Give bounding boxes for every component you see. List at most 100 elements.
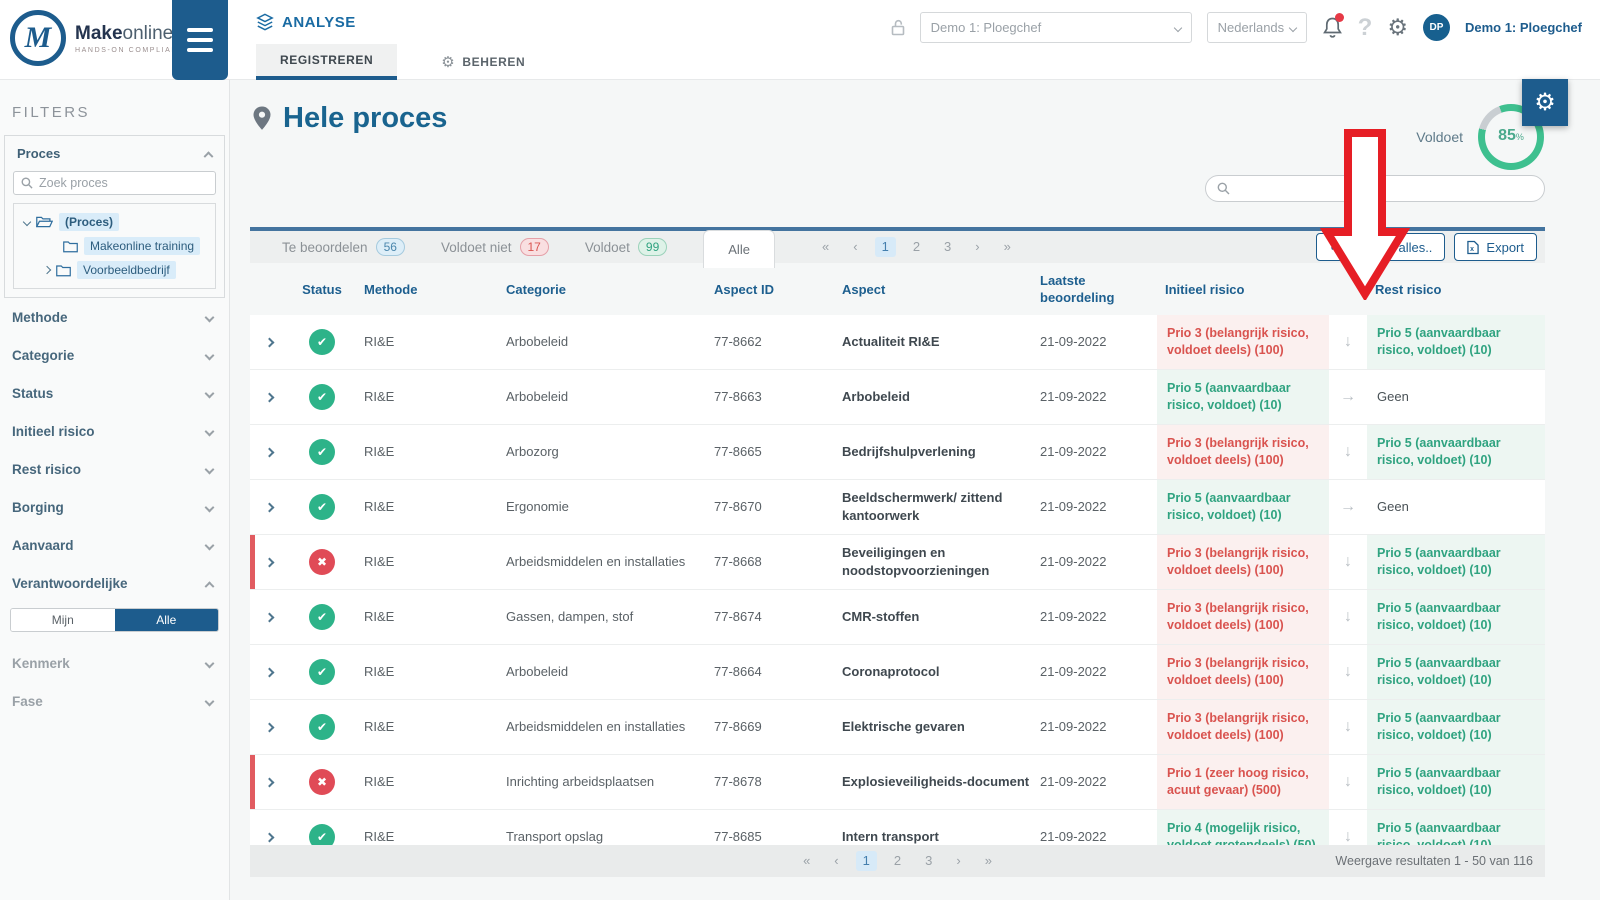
status-cell: ✔ bbox=[288, 439, 356, 465]
chevron-down-icon bbox=[205, 696, 215, 706]
tab-registreren[interactable]: REGISTREREN bbox=[256, 44, 397, 80]
cell-aspect-id: 77-8663 bbox=[706, 388, 834, 406]
pagination-page-2[interactable]: 2 bbox=[906, 237, 927, 257]
settings-gear-icon[interactable]: ⚙ bbox=[1387, 16, 1408, 39]
filter-section-rest-risico[interactable]: Rest risico bbox=[0, 450, 229, 488]
table-row[interactable]: ✔RI&EArbobeleid77-8662Actualiteit RI&E21… bbox=[250, 315, 1545, 370]
help-icon[interactable]: ? bbox=[1358, 14, 1373, 42]
pagination-page-3[interactable]: 3 bbox=[918, 851, 939, 871]
tree-item-label: Makeonline training bbox=[84, 237, 200, 255]
row-expander[interactable] bbox=[250, 779, 288, 786]
cell-aspect: Beveiligingen en noodstopvoorzieningen bbox=[834, 544, 1032, 579]
count-badge: 99 bbox=[638, 238, 667, 256]
row-expander[interactable] bbox=[250, 394, 288, 401]
table-row[interactable]: ✖RI&EArbeidsmiddelen en installaties77-8… bbox=[250, 535, 1545, 590]
cell-categorie: Arbeidsmiddelen en installaties bbox=[498, 553, 706, 571]
cell-rest-risico: Prio 5 (aanvaardbaar risico, voldoet) (1… bbox=[1367, 700, 1545, 754]
panel-settings-gear-button[interactable]: ⚙ bbox=[1522, 79, 1568, 126]
row-expander[interactable] bbox=[250, 724, 288, 731]
pagination-last-button[interactable]: » bbox=[997, 237, 1018, 257]
chevron-right-icon[interactable] bbox=[43, 266, 51, 274]
pagination-page-3[interactable]: 3 bbox=[937, 237, 958, 257]
cell-rest-risico: Prio 5 (aanvaardbaar risico, voldoet) (1… bbox=[1367, 315, 1545, 369]
table-row[interactable]: ✔RI&ETransport opslag77-8685Intern trans… bbox=[250, 810, 1545, 845]
filter-section-aanvaard[interactable]: Aanvaard bbox=[0, 526, 229, 564]
cell-laatste-beoordeling: 21-09-2022 bbox=[1032, 773, 1157, 791]
pagination-page-1[interactable]: 1 bbox=[875, 237, 896, 257]
filter-section-borging[interactable]: Borging bbox=[0, 488, 229, 526]
filter-section-methode[interactable]: Methode bbox=[0, 298, 229, 336]
svg-text:x: x bbox=[1471, 246, 1475, 253]
filter-section-fase[interactable]: Fase bbox=[0, 682, 229, 720]
header-controls: Demo 1: Ploegchef Nederlands ? ⚙ DP Demo… bbox=[891, 12, 1582, 43]
mark-all-button[interactable]: ✓ Markeer alles.. bbox=[1316, 233, 1445, 261]
pagination-last-button[interactable]: » bbox=[978, 851, 999, 871]
user-avatar[interactable]: DP bbox=[1423, 14, 1450, 41]
row-expander[interactable] bbox=[250, 669, 288, 676]
cell-rest-risico: Prio 5 (aanvaardbaar risico, voldoet) (1… bbox=[1367, 590, 1545, 644]
tree-item-makeonline-training[interactable]: Makeonline training bbox=[18, 234, 211, 258]
filter-section-kenmerk[interactable]: Kenmerk bbox=[0, 644, 229, 682]
row-expander[interactable] bbox=[250, 339, 288, 346]
pagination-page-1[interactable]: 1 bbox=[856, 851, 877, 871]
check-icon: ✓ bbox=[1329, 239, 1340, 255]
pagination-prev-button[interactable]: ‹ bbox=[827, 851, 845, 871]
tree-item-proces[interactable]: (Proces) bbox=[18, 210, 211, 234]
chevron-down-icon[interactable] bbox=[23, 218, 31, 226]
filter-section-categorie[interactable]: Categorie bbox=[0, 336, 229, 374]
table-row[interactable]: ✔RI&EArbeidsmiddelen en installaties77-8… bbox=[250, 700, 1545, 755]
pagination-next-button[interactable]: › bbox=[968, 237, 986, 257]
export-button[interactable]: x Export bbox=[1454, 233, 1537, 261]
table-row[interactable]: ✔RI&EArbozorg77-8665Bedrijfshulpverlenin… bbox=[250, 425, 1545, 480]
cell-methode: RI&E bbox=[356, 553, 498, 571]
filter-section-status[interactable]: Status bbox=[0, 374, 229, 412]
filter-tab-te-beoordelen[interactable]: Te beoordelen56 bbox=[282, 238, 405, 256]
pagination-first-button[interactable]: « bbox=[796, 851, 817, 871]
filter-tab-voldoet-niet[interactable]: Voldoet niet17 bbox=[441, 238, 549, 256]
table-row[interactable]: ✖RI&EInrichting arbeidsplaatsen77-8678Ex… bbox=[250, 755, 1545, 810]
table-row[interactable]: ✔RI&EErgonomie77-8670Beeldschermwerk/ zi… bbox=[250, 480, 1545, 535]
row-expand-chevron[interactable] bbox=[264, 502, 274, 512]
cell-methode: RI&E bbox=[356, 388, 498, 406]
user-name[interactable]: Demo 1: Ploegchef bbox=[1465, 20, 1582, 35]
tab-beheren[interactable]: ⚙ BEHEREN bbox=[441, 44, 525, 80]
row-expander[interactable] bbox=[250, 559, 288, 566]
pagination-prev-button[interactable]: ‹ bbox=[846, 237, 864, 257]
pagination-page-2[interactable]: 2 bbox=[887, 851, 908, 871]
proces-section-header[interactable]: Proces bbox=[13, 144, 216, 163]
notifications-bell-icon[interactable] bbox=[1322, 16, 1343, 39]
trend-down-icon: ↓ bbox=[1329, 425, 1367, 479]
hamburger-menu-button[interactable] bbox=[172, 0, 228, 80]
filter-section-initieel-risico[interactable]: Initieel risico bbox=[0, 412, 229, 450]
row-expand-chevron[interactable] bbox=[264, 832, 274, 842]
table-row[interactable]: ✔RI&EArbobeleid77-8664Coronaprotocol21-0… bbox=[250, 645, 1545, 700]
table-row[interactable]: ✔RI&EGassen, dampen, stof77-8674CMR-stof… bbox=[250, 590, 1545, 645]
tree-item-voorbeeldbedrijf[interactable]: Voorbeeldbedrijf bbox=[18, 258, 211, 282]
proces-search-input[interactable] bbox=[39, 176, 208, 190]
row-expander[interactable] bbox=[250, 614, 288, 621]
filter-section-verantwoordelijke[interactable]: Verantwoordelijke bbox=[0, 564, 229, 602]
filter-tab-alle[interactable]: Alle bbox=[703, 230, 775, 268]
row-expand-chevron[interactable] bbox=[264, 392, 274, 402]
toggle-option-mijn[interactable]: Mijn bbox=[11, 609, 115, 631]
row-expand-chevron[interactable] bbox=[264, 447, 274, 457]
row-expand-chevron[interactable] bbox=[264, 337, 274, 347]
row-expand-chevron[interactable] bbox=[264, 777, 274, 787]
row-expander[interactable] bbox=[250, 504, 288, 511]
language-select[interactable]: Nederlands bbox=[1207, 12, 1307, 43]
table-row[interactable]: ✔RI&EArbobeleid77-8663Arbobeleid21-09-20… bbox=[250, 370, 1545, 425]
row-expand-chevron[interactable] bbox=[264, 612, 274, 622]
check-circle-icon: ✔ bbox=[309, 494, 335, 520]
filter-tab-voldoet[interactable]: Voldoet99 bbox=[585, 238, 667, 256]
table-search-input[interactable] bbox=[1237, 181, 1533, 196]
row-expand-chevron[interactable] bbox=[264, 667, 274, 677]
row-expand-chevron[interactable] bbox=[264, 557, 274, 567]
pagination-next-button[interactable]: › bbox=[949, 851, 967, 871]
column-aspect-id: Aspect ID bbox=[706, 282, 834, 299]
toggle-option-alle[interactable]: Alle bbox=[115, 609, 219, 631]
role-select[interactable]: Demo 1: Ploegchef bbox=[920, 12, 1192, 43]
row-expander[interactable] bbox=[250, 834, 288, 841]
row-expand-chevron[interactable] bbox=[264, 722, 274, 732]
pagination-first-button[interactable]: « bbox=[815, 237, 836, 257]
row-expander[interactable] bbox=[250, 449, 288, 456]
